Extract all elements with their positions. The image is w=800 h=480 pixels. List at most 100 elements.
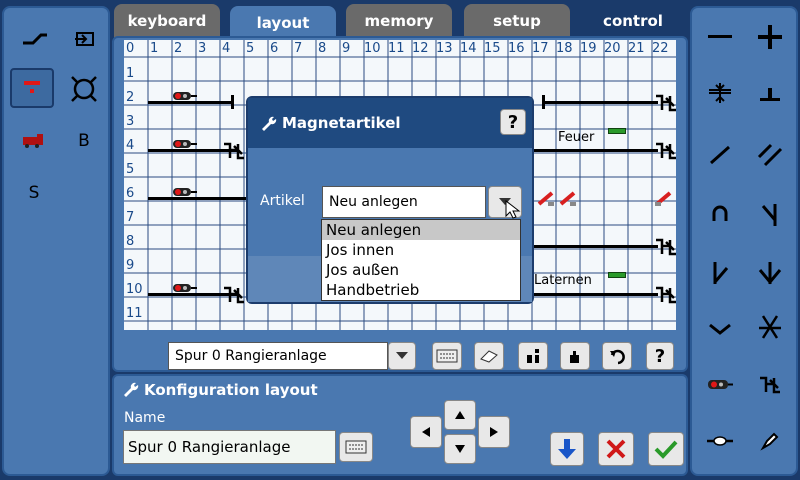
dialog-header: Magnetartikel [248, 98, 532, 148]
switch-right-icon[interactable] [698, 256, 742, 290]
dropdown-option[interactable]: Jos außen [322, 260, 520, 280]
info-icon [527, 349, 539, 363]
eraser-icon [480, 350, 498, 363]
move-down-button[interactable] [550, 432, 584, 466]
col-label: 2 [174, 41, 183, 56]
buffer-stop[interactable] [231, 95, 234, 109]
keyboard-icon [436, 349, 458, 363]
three-way-switch-icon[interactable] [748, 256, 792, 290]
pen-icon[interactable] [748, 426, 792, 456]
name-input[interactable]: Spur 0 Rangieranlage [123, 430, 336, 464]
config-title: Konfiguration layout [144, 381, 318, 399]
confirm-button[interactable] [648, 432, 684, 466]
buffer-stop-icon[interactable] [748, 78, 792, 108]
layout-select[interactable]: Spur 0 Rangieranlage [168, 342, 388, 370]
switch-left-icon[interactable] [748, 198, 792, 232]
uncoupler-icon[interactable] [222, 140, 246, 162]
dpad-up-button[interactable] [444, 400, 476, 430]
exit-icon[interactable] [64, 24, 104, 54]
layout-select-dropdown-button[interactable] [388, 342, 416, 370]
dpad-right-button[interactable] [478, 416, 510, 448]
contact-track-icon[interactable] [698, 426, 742, 456]
dropdown-option[interactable]: Jos innen [322, 240, 520, 260]
col-label: 5 [246, 41, 255, 56]
turnout-icon[interactable] [558, 190, 578, 208]
col-label: 19 [580, 41, 597, 56]
col-label: 1 [150, 41, 159, 56]
turnout-icon[interactable] [536, 190, 556, 208]
buffer-stop[interactable] [542, 95, 545, 109]
wrench-icon [124, 382, 139, 397]
merge-icon[interactable] [698, 314, 742, 344]
double-diagonal-icon[interactable] [748, 140, 792, 170]
uncoupler-icon[interactable] [222, 284, 246, 306]
minus-icon[interactable] [698, 22, 742, 52]
col-label: 21 [628, 41, 645, 56]
plus-icon[interactable] [748, 22, 792, 52]
uncoupler-icon[interactable] [654, 236, 676, 258]
tab-control[interactable]: control [580, 4, 686, 38]
crossing-icon[interactable] [698, 78, 742, 108]
uncoupler-icon[interactable] [654, 140, 676, 162]
row-label: 4 [126, 138, 135, 153]
dpad [410, 400, 510, 464]
uncoupler-tool-icon[interactable] [748, 370, 792, 400]
label-b-tool[interactable]: B [64, 126, 104, 156]
keyboard-button[interactable] [432, 342, 462, 370]
double-slip-icon[interactable] [748, 310, 792, 344]
col-label: 11 [388, 41, 405, 56]
row-label: 5 [126, 162, 135, 177]
turntable-icon[interactable] [64, 72, 104, 106]
turnout-icon[interactable] [654, 190, 674, 208]
dropdown-option[interactable]: Handbetrieb [322, 280, 520, 300]
track-row-6-left[interactable] [148, 197, 248, 200]
tab-setup[interactable]: setup [464, 4, 570, 38]
tab-keyboard[interactable]: keyboard [114, 4, 220, 38]
dialog-help-button[interactable]: ? [500, 109, 526, 135]
row-label: 9 [126, 258, 135, 273]
track-row-8-right[interactable] [534, 245, 658, 248]
col-label: 6 [270, 41, 279, 56]
text-label-feuer: Feuer [558, 130, 595, 145]
layout-help-button[interactable]: ? [646, 342, 674, 370]
hand-select-button[interactable] [560, 342, 590, 370]
keyboard-icon [345, 440, 367, 454]
info-button[interactable] [518, 342, 548, 370]
track-row-2-right[interactable] [542, 101, 658, 104]
cancel-button[interactable] [598, 432, 634, 466]
track-row-4-right[interactable] [534, 149, 658, 152]
row-label: 11 [126, 306, 143, 321]
dpad-left-button[interactable] [410, 416, 442, 448]
right-tool-panel [690, 6, 798, 476]
locomotive-icon[interactable] [14, 126, 54, 156]
uncoupler-icon[interactable] [654, 92, 676, 114]
diagonal-track-icon[interactable] [698, 140, 742, 170]
eraser-button[interactable] [474, 342, 504, 370]
lamp-indicator[interactable] [608, 128, 626, 134]
artikel-select[interactable]: Neu anlegen [322, 186, 486, 218]
signal-icon[interactable] [172, 282, 198, 296]
row-label: 2 [126, 90, 135, 105]
arrow-up-icon [455, 411, 465, 419]
uncoupler-icon[interactable] [654, 284, 676, 306]
track-row-10-right[interactable] [534, 293, 658, 296]
signal-indicator-icon[interactable] [698, 370, 742, 400]
rotate-button[interactable] [602, 342, 632, 370]
lamp-indicator[interactable] [608, 272, 626, 278]
label-s-tool[interactable]: S [14, 178, 54, 208]
curve-track-icon[interactable] [14, 24, 54, 54]
name-keyboard-button[interactable] [339, 432, 373, 462]
signal-icon[interactable] [172, 90, 198, 104]
row-label: 8 [126, 234, 135, 249]
signal-icon[interactable] [172, 138, 198, 152]
tab-layout[interactable]: layout [230, 6, 336, 40]
tab-memory[interactable]: memory [346, 4, 452, 38]
dropdown-option[interactable]: Neu anlegen [322, 220, 520, 240]
signal-icon[interactable] [172, 186, 198, 200]
dpad-down-button[interactable] [444, 434, 476, 464]
tunnel-icon[interactable] [698, 198, 742, 228]
check-icon [654, 440, 678, 459]
artikel-dropdown-list: Neu anlegen Jos innen Jos außen Handbetr… [321, 219, 521, 301]
signal-tool-icon[interactable] [10, 68, 54, 108]
col-label: 4 [222, 41, 231, 56]
